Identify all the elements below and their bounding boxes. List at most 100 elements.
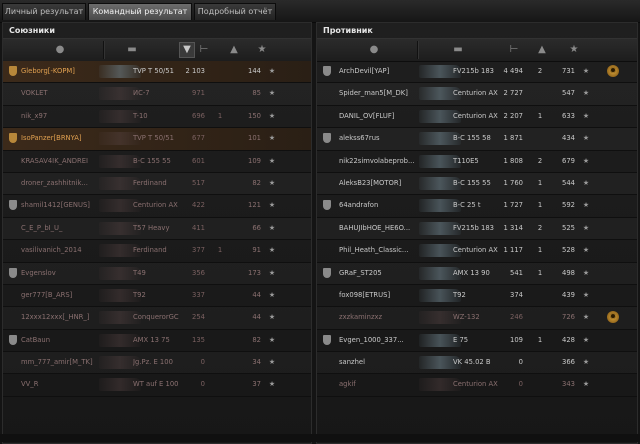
player-row[interactable]: agkif Centurion AX 0 343 ★ bbox=[317, 374, 637, 397]
player-row[interactable]: alekss67rus B-C 155 58 1 871 434 ★ bbox=[317, 128, 637, 151]
player-row[interactable]: nik22simvolabeprob... T110E5 1 808 2 679 ★ bbox=[317, 151, 637, 173]
experience-value: 144 bbox=[248, 67, 261, 75]
damage-value: 356 bbox=[192, 268, 205, 277]
medal-icon[interactable]: ✹ bbox=[607, 311, 619, 324]
damage-value: 422 bbox=[192, 201, 205, 210]
player-row[interactable]: C_E_P_bI_U_ T57 Heavy 411 66 ★ bbox=[3, 218, 311, 241]
platoon-icon bbox=[9, 200, 17, 211]
kills-value: 1 bbox=[537, 268, 543, 277]
star-icon[interactable]: ★ bbox=[255, 43, 269, 57]
player-row[interactable]: GRaF_ST205 AMX 13 90 541 1 498 ★ bbox=[317, 263, 637, 285]
player-row[interactable]: vasilivanich_2014 Ferdinand 377 1 91 ★ bbox=[3, 240, 311, 263]
kills-icon[interactable]: ▲ bbox=[227, 43, 241, 57]
player-row[interactable]: 64andrafon B-C 25 t1 727 1 592 ★ bbox=[317, 195, 637, 218]
player-row[interactable]: droner_zashhitnik... Ferdinand 517 82 ★ bbox=[3, 173, 311, 196]
kills-value: 2 bbox=[537, 156, 543, 165]
allies-panel: Союзники ● ▬ ▼ ⊢ ▲ ★ Gleborg[-KOPM] TVP T… bbox=[2, 22, 312, 444]
star-icon: ★ bbox=[268, 201, 276, 210]
player-row[interactable]: Phil_Heath_Classic... Centurion AX 1 117 1 5… bbox=[317, 240, 637, 263]
kills-icon[interactable]: ▲ bbox=[535, 43, 549, 57]
player-row[interactable]: DANIL_OV[FLUF] Centurion AX 2 207 1 633 ★ bbox=[317, 106, 637, 129]
damage-value: 1 808 bbox=[503, 156, 523, 165]
damage-value: 411 bbox=[192, 223, 205, 232]
player-row[interactable]: CatBaun AMX 13 75 135 82 ★ bbox=[3, 330, 311, 353]
player-name: ArchDevil[YAP] bbox=[339, 67, 390, 75]
damage-value: 337 bbox=[192, 290, 205, 299]
player-name: DANIL_OV[FLUF] bbox=[339, 111, 395, 120]
player-row[interactable]: IsoPanzer[BRNYA] TVP T 50/51 677 101 ★ bbox=[3, 128, 311, 151]
player-name: Gleborg[-KOPM] bbox=[21, 67, 75, 75]
player-row[interactable]: nik_x97 T-10 696 1 150 ★ bbox=[3, 106, 311, 129]
tab-team-result[interactable]: Командный результат bbox=[88, 3, 192, 20]
player-name: Phil_Heath_Classic... bbox=[339, 246, 409, 255]
tank-icon[interactable]: ▬ bbox=[125, 43, 139, 57]
player-row[interactable]: Evgenslov T49 356 173 ★ bbox=[3, 263, 311, 285]
star-icon: ★ bbox=[582, 201, 590, 210]
player-row[interactable]: KRASAV4IK_ANDREI B-C 155 55 601 109 ★ bbox=[3, 151, 311, 173]
star-icon: ★ bbox=[268, 67, 276, 75]
experience-value: 525 bbox=[562, 223, 575, 232]
star-icon: ★ bbox=[582, 268, 590, 277]
player-row[interactable]: Evgen_1000_337... E 75 109 1 428 ★ bbox=[317, 330, 637, 353]
kills-value: 1 bbox=[537, 201, 543, 210]
player-row[interactable]: Spider_man5[M_DK] Centurion AX 2 727 547 ★ bbox=[317, 83, 637, 106]
player-name: GRaF_ST205 bbox=[339, 268, 382, 277]
player-row[interactable]: shamil1412[GENUS] Centurion AX 422 121 ★ bbox=[3, 195, 311, 218]
column-separator bbox=[103, 41, 105, 59]
star-icon: ★ bbox=[268, 268, 276, 277]
experience-value: 101 bbox=[248, 134, 261, 143]
kills-value: 2 bbox=[537, 223, 543, 232]
tab-personal-result[interactable]: Личный результат bbox=[2, 3, 86, 20]
player-name: Evgenslov bbox=[21, 268, 56, 277]
damage-value: 2 207 bbox=[503, 111, 523, 120]
player-row[interactable]: zxzkaminzxz WZ-132 246 726 ★ ✹ bbox=[317, 307, 637, 330]
user-icon[interactable]: ● bbox=[367, 43, 381, 57]
player-name: C_E_P_bI_U_ bbox=[21, 223, 63, 232]
star-icon: ★ bbox=[582, 134, 590, 143]
experience-value: 726 bbox=[562, 313, 575, 322]
tab-bar: Личный результат Командный результат Под… bbox=[0, 0, 640, 23]
experience-value: 44 bbox=[252, 313, 261, 322]
player-name: KRASAV4IK_ANDREI bbox=[21, 156, 89, 165]
enemies-panel: Противник ● ▬ ⊢ ▲ ★ ArchDevil[YAP] FV215b… bbox=[316, 22, 638, 444]
star-icon: ★ bbox=[268, 335, 276, 344]
player-name: nik_x97 bbox=[21, 111, 48, 120]
experience-value: 82 bbox=[252, 335, 261, 344]
damage-value: 1 727 bbox=[503, 201, 523, 210]
experience-value: 109 bbox=[248, 156, 261, 165]
player-row[interactable]: ArchDevil[YAP] FV215b 183 4 494 2 731 ★ ✹ bbox=[317, 61, 637, 84]
damage-icon[interactable]: ⊢ bbox=[507, 43, 521, 57]
player-row[interactable]: 12xxx12xxx[_HNR_] ConquerorGC 254 44 ★ bbox=[3, 307, 311, 330]
damage-value: 0 bbox=[200, 380, 205, 389]
user-icon[interactable]: ● bbox=[53, 43, 67, 57]
player-row[interactable]: VV_R WT auf E 100 0 37 ★ bbox=[3, 374, 311, 397]
player-row[interactable]: BAHUJIbHOE_HE6O... FV215b 183 1 314 2 525 ★ bbox=[317, 218, 637, 241]
experience-value: 731 bbox=[562, 67, 575, 75]
kills-value: 1 bbox=[537, 178, 543, 187]
player-row[interactable]: sanzhel VK 45.02 B 0 366 ★ bbox=[317, 352, 637, 375]
player-row[interactable]: ger777[B_ARS] T92 337 44 ★ bbox=[3, 285, 311, 308]
player-name: vasilivanich_2014 bbox=[21, 246, 82, 255]
damage-value: 2 727 bbox=[503, 89, 523, 98]
bottom-bar bbox=[0, 434, 640, 442]
star-icon: ★ bbox=[582, 335, 590, 344]
damage-icon[interactable]: ⊢ bbox=[197, 43, 211, 57]
tab-detailed-report[interactable]: Подробный отчёт bbox=[194, 3, 276, 20]
tank-icon[interactable]: ▬ bbox=[451, 43, 465, 57]
player-row[interactable]: fox098[ETRUS] T92 374 439 ★ bbox=[317, 285, 637, 308]
player-row[interactable]: mm_777_amir[M_TK] Jg.Pz. E 100 0 34 ★ bbox=[3, 352, 311, 375]
player-name: 12xxx12xxx[_HNR_] bbox=[21, 313, 90, 322]
star-icon[interactable]: ★ bbox=[567, 43, 581, 57]
player-row[interactable]: AleksB23[MOTOR] B-C 155 55 1 760 1 544 ★ bbox=[317, 173, 637, 196]
player-row[interactable]: Gleborg[-KOPM] TVP T 50/51 2 103 144 ★ bbox=[3, 61, 311, 84]
platoon-icon bbox=[9, 66, 17, 76]
player-row[interactable]: VOKLET ИС-7 971 85 ★ bbox=[3, 83, 311, 106]
sort-chevron-down-icon[interactable]: ▼ bbox=[179, 42, 195, 58]
medal-icon[interactable]: ✹ bbox=[607, 65, 619, 77]
kills-value: 1 bbox=[217, 246, 223, 255]
experience-value: 121 bbox=[248, 201, 261, 210]
platoon-icon bbox=[323, 200, 331, 211]
damage-value: 1 314 bbox=[503, 223, 523, 232]
experience-value: 44 bbox=[252, 290, 261, 299]
platoon-icon bbox=[323, 133, 331, 144]
